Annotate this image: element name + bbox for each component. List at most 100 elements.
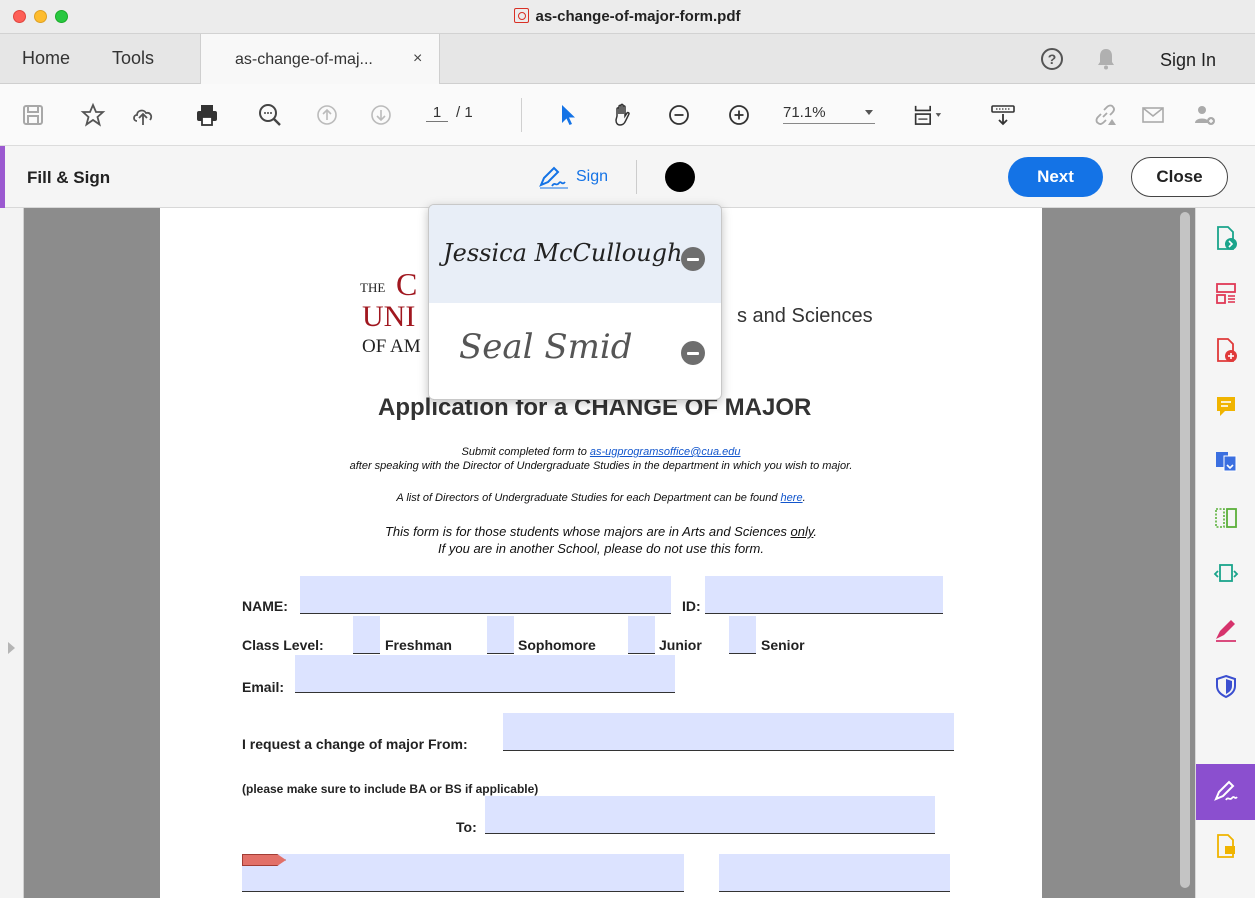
- notice-line1: This form is for those students whose ma…: [160, 524, 1042, 539]
- remove-signature-icon[interactable]: [681, 247, 705, 271]
- tab-bar: Home Tools as-change-of-maj... × ? Sign …: [0, 34, 1255, 84]
- protect-tool[interactable]: [1196, 660, 1255, 712]
- pen-sign-icon: [1216, 620, 1236, 642]
- close-button[interactable]: Close: [1131, 157, 1228, 197]
- directors-link[interactable]: here: [781, 492, 803, 504]
- chevron-down-icon: [865, 110, 873, 115]
- junior-label: Junior: [659, 637, 702, 653]
- remove-signature-icon[interactable]: [681, 341, 705, 365]
- directors-text: A list of Directors of Undergraduate Stu…: [396, 492, 781, 504]
- send-for-review-tool[interactable]: [1196, 548, 1255, 600]
- directors-end: .: [802, 492, 806, 504]
- fill-sign-pen-icon: [1214, 780, 1238, 801]
- share-pdf-icon: [1213, 564, 1239, 582]
- to-label: To:: [456, 819, 477, 835]
- left-panel-toggle[interactable]: [0, 208, 24, 898]
- zoom-search-icon[interactable]: [255, 100, 285, 130]
- submit-instruction-line2: after speaking with the Director of Unde…: [349, 460, 853, 472]
- previous-page-icon[interactable]: [312, 100, 342, 130]
- fill-sign-title: Fill & Sign: [27, 168, 111, 187]
- chevron-right-icon: [8, 642, 15, 654]
- help-icon[interactable]: ?: [1041, 48, 1063, 70]
- student-signature-field[interactable]: [242, 854, 684, 892]
- sign-pen-icon: [539, 166, 568, 189]
- sign-here-tag-icon: [242, 854, 286, 866]
- document-tab[interactable]: as-change-of-maj... ×: [200, 34, 440, 84]
- link-icon[interactable]: [1090, 100, 1120, 130]
- email-field[interactable]: [295, 655, 675, 693]
- senior-label: Senior: [761, 637, 805, 653]
- page-fit-icon[interactable]: [910, 100, 954, 130]
- id-field[interactable]: [705, 576, 943, 614]
- save-icon[interactable]: [18, 100, 48, 130]
- vertical-scrollbar[interactable]: [1180, 212, 1190, 888]
- ink-color-swatch[interactable]: [665, 162, 695, 192]
- more-tools[interactable]: [1196, 820, 1255, 872]
- notice-prefix: This form is for those students whose ma…: [384, 524, 791, 539]
- zoom-out-icon[interactable]: [664, 100, 694, 130]
- comment-icon: [1217, 397, 1235, 416]
- name-field[interactable]: [300, 576, 671, 614]
- logo-university: UNI: [362, 300, 416, 333]
- submit-instruction: Submit completed form to as-ugprogramsof…: [160, 446, 1042, 458]
- next-button[interactable]: Next: [1008, 157, 1103, 197]
- hand-tool-icon[interactable]: [608, 100, 638, 130]
- logo-the: THE: [360, 280, 386, 295]
- senior-checkbox[interactable]: [729, 616, 756, 654]
- bookmark-star-icon[interactable]: [78, 100, 108, 130]
- upload-cloud-icon[interactable]: [128, 100, 158, 130]
- sophomore-checkbox[interactable]: [487, 616, 514, 654]
- create-pdf-icon: [1217, 338, 1237, 362]
- sign-in-link[interactable]: Sign In: [1160, 50, 1216, 71]
- window-title: as-change-of-major-form.pdf: [0, 8, 1255, 25]
- class-level-label: Class Level:: [242, 637, 324, 653]
- logo-catholic: C: [396, 266, 418, 302]
- sign-button[interactable]: Sign: [538, 163, 608, 191]
- zoom-level-dropdown[interactable]: 71.1%: [783, 104, 875, 124]
- sophomore-label: Sophomore: [518, 637, 596, 653]
- to-major-field[interactable]: [485, 796, 935, 834]
- scroll-mode-icon[interactable]: [988, 100, 1018, 130]
- date-field[interactable]: [719, 854, 950, 892]
- signature-option-1[interactable]: Jessica McCullough: [429, 205, 721, 303]
- signature-option-2[interactable]: Seal Smid: [429, 303, 721, 399]
- comment-tool[interactable]: [1196, 380, 1255, 432]
- bell-icon[interactable]: [1097, 48, 1115, 70]
- zoom-in-icon[interactable]: [724, 100, 754, 130]
- from-label: I request a change of major From:: [242, 736, 468, 752]
- main-toolbar: 1 / 1 71.1%: [0, 84, 1255, 146]
- add-user-icon[interactable]: [1190, 100, 1220, 130]
- export-pdf-tool[interactable]: [1196, 212, 1255, 264]
- email-label: Email:: [242, 679, 285, 695]
- from-major-field[interactable]: [503, 713, 954, 751]
- saved-signatures-menu: Jessica McCullough Seal Smid: [428, 204, 722, 400]
- submit-prefix: Submit completed form to: [461, 446, 590, 458]
- next-page-icon[interactable]: [366, 100, 396, 130]
- zoom-level-value: 71.1%: [783, 104, 826, 121]
- document-tab-label: as-change-of-maj...: [235, 51, 373, 68]
- notice-line2: If you are in another School, please do …: [438, 541, 764, 556]
- organize-pages-tool[interactable]: [1196, 268, 1255, 320]
- request-signatures-tool[interactable]: [1196, 604, 1255, 656]
- tab-tools[interactable]: Tools: [112, 48, 154, 69]
- submit-email-link[interactable]: as-ugprogramsoffice@cua.edu: [590, 446, 741, 458]
- acrobat-window: as-change-of-major-form.pdf Home Tools a…: [0, 0, 1255, 898]
- page-number-input[interactable]: 1: [426, 104, 448, 122]
- title-bar: as-change-of-major-form.pdf: [0, 0, 1255, 34]
- freshman-checkbox[interactable]: [353, 616, 380, 654]
- print-icon[interactable]: [192, 100, 222, 130]
- export-pdf-icon: [1217, 226, 1237, 250]
- junior-checkbox[interactable]: [628, 616, 655, 654]
- document-tool-icon: [1217, 834, 1235, 858]
- notice-only: only: [790, 524, 814, 539]
- select-cursor-icon[interactable]: [553, 100, 583, 130]
- compress-pdf-tool[interactable]: [1196, 492, 1255, 544]
- fill-and-sign-tool[interactable]: [1196, 764, 1255, 820]
- email-icon[interactable]: [1138, 100, 1168, 130]
- organize-pages-icon: [1216, 283, 1236, 304]
- tab-home[interactable]: Home: [22, 48, 70, 69]
- close-tab-icon[interactable]: ×: [413, 50, 422, 68]
- combine-files-tool[interactable]: [1196, 436, 1255, 488]
- create-pdf-tool[interactable]: [1196, 324, 1255, 376]
- shield-icon: [1216, 674, 1236, 699]
